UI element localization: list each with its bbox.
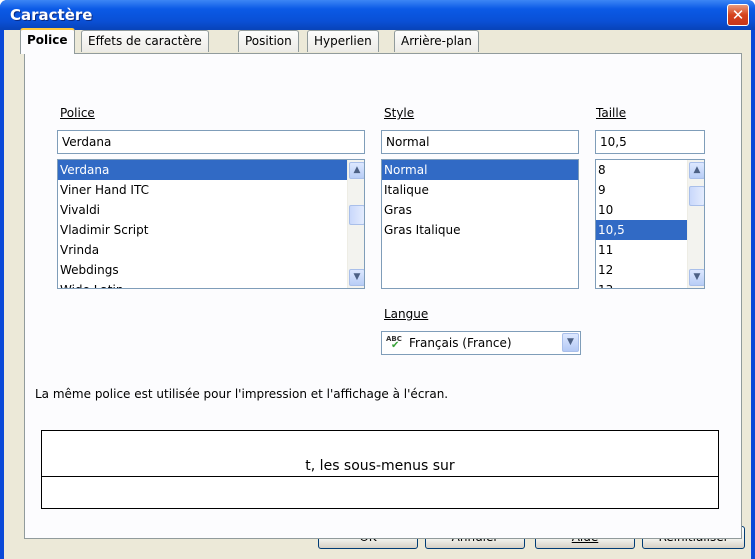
font-list-scrollbar[interactable]: ▲ ▼ xyxy=(347,160,364,288)
list-item[interactable]: Gras Italique xyxy=(382,220,578,240)
language-label: Langue xyxy=(384,307,428,321)
tab-arriere-plan[interactable]: Arrière-plan xyxy=(394,30,479,52)
close-button[interactable]: ✕ xyxy=(727,4,749,26)
scroll-thumb[interactable] xyxy=(349,205,364,225)
tab-panel-police: Police Verdana Verdana Viner Hand ITC Vi… xyxy=(24,53,742,539)
list-item[interactable]: Vrinda xyxy=(58,240,364,260)
list-item[interactable]: Webdings xyxy=(58,260,364,280)
tab-label: Arrière-plan xyxy=(401,34,472,48)
language-select[interactable]: ABC ✔ Français (France) ▼ xyxy=(381,331,581,355)
tab-position[interactable]: Position xyxy=(238,30,299,52)
font-list[interactable]: Verdana Viner Hand ITC Vivaldi Vladimir … xyxy=(57,159,365,289)
preview-text-row: t, les sous-menus sur xyxy=(42,457,718,475)
spellcheck-icon: ABC ✔ xyxy=(386,335,402,351)
font-label: Police xyxy=(60,106,95,120)
tab-label: Effets de caractère xyxy=(88,34,202,48)
scroll-down-button[interactable]: ▼ xyxy=(689,269,704,286)
info-text: La même police est utilisée pour l'impre… xyxy=(35,387,449,401)
language-value: Français (France) xyxy=(409,336,512,350)
list-item[interactable]: Gras xyxy=(382,200,578,220)
list-item[interactable]: Italique xyxy=(382,180,578,200)
size-label-text: Taille xyxy=(596,106,627,120)
tab-effets-de-caractere[interactable]: Effets de caractère xyxy=(81,30,209,52)
close-icon: ✕ xyxy=(731,6,745,24)
preview-text: t, les sous-menus sur xyxy=(304,458,456,474)
scroll-up-button[interactable]: ▲ xyxy=(689,162,704,179)
tab-police[interactable]: Police xyxy=(20,28,75,54)
window-title: Caractère xyxy=(10,6,93,24)
scroll-down-button[interactable]: ▼ xyxy=(349,269,364,286)
size-input[interactable]: 10,5 xyxy=(595,130,705,154)
size-list-scrollbar[interactable]: ▲ ▼ xyxy=(687,160,704,288)
scroll-up-button[interactable]: ▲ xyxy=(349,162,364,179)
language-label-text: Langue xyxy=(384,307,429,321)
preview-baseline xyxy=(42,476,718,477)
style-list[interactable]: Normal Italique Gras Gras Italique xyxy=(381,159,579,289)
tab-label: Police xyxy=(27,33,68,47)
size-list[interactable]: 8 9 10 10,5 11 12 13 ▲ ▼ xyxy=(595,159,705,289)
style-label: Style xyxy=(384,106,414,120)
font-preview: t, les sous-menus sur xyxy=(41,430,719,509)
chevron-down-icon[interactable]: ▼ xyxy=(562,333,579,352)
list-item[interactable]: Verdana xyxy=(58,160,364,180)
titlebar[interactable]: Caractère ✕ xyxy=(0,0,755,30)
font-name-input[interactable]: Verdana xyxy=(57,130,365,154)
list-item[interactable]: Normal xyxy=(382,160,578,180)
font-label-text: Police xyxy=(60,106,95,120)
tab-label: Hyperlien xyxy=(314,34,372,48)
tab-hyperlien[interactable]: Hyperlien xyxy=(307,30,379,52)
tab-label: Position xyxy=(245,34,292,48)
list-item[interactable]: Vivaldi xyxy=(58,200,364,220)
style-label-text: Style xyxy=(384,106,415,120)
style-input[interactable]: Normal xyxy=(381,130,579,154)
list-item[interactable]: Viner Hand ITC xyxy=(58,180,364,200)
size-label: Taille xyxy=(596,106,626,120)
list-item[interactable]: Wide Latin xyxy=(58,280,364,288)
scroll-thumb[interactable] xyxy=(689,186,704,206)
list-item[interactable]: Vladimir Script xyxy=(58,220,364,240)
